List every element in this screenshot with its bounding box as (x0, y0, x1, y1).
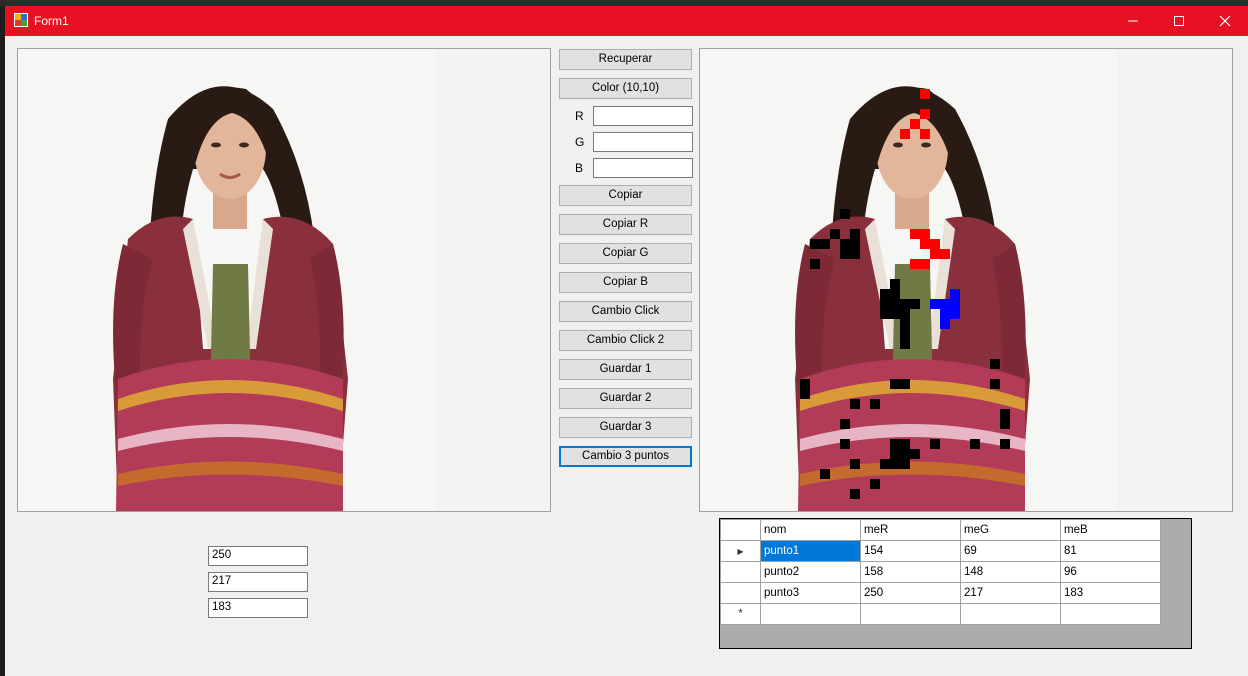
table-cell[interactable]: 96 (1060, 561, 1161, 583)
close-button[interactable] (1202, 6, 1248, 36)
table-cell[interactable]: 158 (860, 561, 961, 583)
cambio-click-button[interactable]: Cambio Click (559, 301, 692, 322)
modified-photo (700, 49, 1118, 511)
photo-illustration (18, 49, 436, 511)
cambio-3-puntos-button[interactable]: Cambio 3 puntos (559, 446, 692, 467)
column-header-meb[interactable]: meB (1060, 519, 1161, 541)
table-cell[interactable] (760, 603, 861, 625)
current-row-indicator-icon[interactable]: ▶ (720, 540, 761, 562)
client-area: Recuperar Color (10,10) R G B Copiar Cop… (5, 36, 1248, 676)
r-input[interactable] (593, 106, 693, 126)
table-cell[interactable]: 81 (1060, 540, 1161, 562)
copiar-g-button[interactable]: Copiar G (559, 243, 692, 264)
copiar-button[interactable]: Copiar (559, 185, 692, 206)
g-label: G (575, 135, 585, 149)
cambio-click-2-button[interactable]: Cambio Click 2 (559, 330, 692, 351)
g-input[interactable] (593, 132, 693, 152)
table-cell[interactable] (960, 603, 1061, 625)
row-header[interactable] (720, 561, 761, 583)
table-cell[interactable] (860, 603, 961, 625)
guardar-3-button[interactable]: Guardar 3 (559, 417, 692, 438)
b-label: B (575, 161, 584, 175)
result-field-r[interactable]: 250 (208, 546, 308, 566)
guardar-2-button[interactable]: Guardar 2 (559, 388, 692, 409)
column-header-nom[interactable]: nom (760, 519, 861, 541)
table-row[interactable]: ▶ punto1 154 69 81 (720, 540, 1161, 562)
app-icon (14, 13, 28, 27)
b-input[interactable] (593, 158, 693, 178)
data-grid-table: nom meR meG meB ▶ punto1 154 69 81 punto… (720, 519, 1161, 625)
table-cell[interactable]: 183 (1060, 582, 1161, 604)
picture-box-modified[interactable] (699, 48, 1233, 512)
row-header[interactable] (720, 582, 761, 604)
close-icon (1219, 15, 1231, 27)
table-row[interactable]: punto3 250 217 183 (720, 582, 1161, 604)
table-cell[interactable]: 250 (860, 582, 961, 604)
table-cell[interactable]: punto2 (760, 561, 861, 583)
table-header-row: nom meR meG meB (720, 519, 1161, 541)
minimize-button[interactable] (1110, 6, 1156, 36)
table-cell[interactable]: 154 (860, 540, 961, 562)
copiar-b-button[interactable]: Copiar B (559, 272, 692, 293)
form-window: Form1 Recuperar Color (10,10) R G B Copi… (5, 6, 1248, 676)
column-header-meg[interactable]: meG (960, 519, 1061, 541)
window-title: Form1 (34, 14, 69, 28)
table-row[interactable]: punto2 158 148 96 (720, 561, 1161, 583)
result-field-g[interactable]: 217 (208, 572, 308, 592)
maximize-icon (1174, 16, 1184, 26)
table-cell[interactable]: 217 (960, 582, 1061, 604)
row-header-corner (720, 519, 761, 541)
copiar-r-button[interactable]: Copiar R (559, 214, 692, 235)
color-button[interactable]: Color (10,10) (559, 78, 692, 99)
result-field-b[interactable]: 183 (208, 598, 308, 618)
new-row-icon[interactable]: * (720, 603, 761, 625)
title-bar: Form1 (5, 6, 1248, 36)
table-cell[interactable]: punto3 (760, 582, 861, 604)
column-header-mer[interactable]: meR (860, 519, 961, 541)
maximize-button[interactable] (1156, 6, 1202, 36)
guardar-1-button[interactable]: Guardar 1 (559, 359, 692, 380)
original-photo (18, 49, 436, 511)
minimize-icon (1128, 20, 1138, 22)
table-cell[interactable]: 69 (960, 540, 1061, 562)
data-grid[interactable]: nom meR meG meB ▶ punto1 154 69 81 punto… (719, 518, 1192, 649)
table-cell[interactable]: 148 (960, 561, 1061, 583)
table-cell[interactable] (1060, 603, 1161, 625)
table-cell[interactable]: punto1 (760, 540, 861, 562)
modified-photo-illustration (700, 49, 1118, 511)
new-row[interactable]: * (720, 603, 1161, 625)
picture-box-original[interactable] (17, 48, 551, 512)
r-label: R (575, 109, 584, 123)
recuperar-button[interactable]: Recuperar (559, 49, 692, 70)
